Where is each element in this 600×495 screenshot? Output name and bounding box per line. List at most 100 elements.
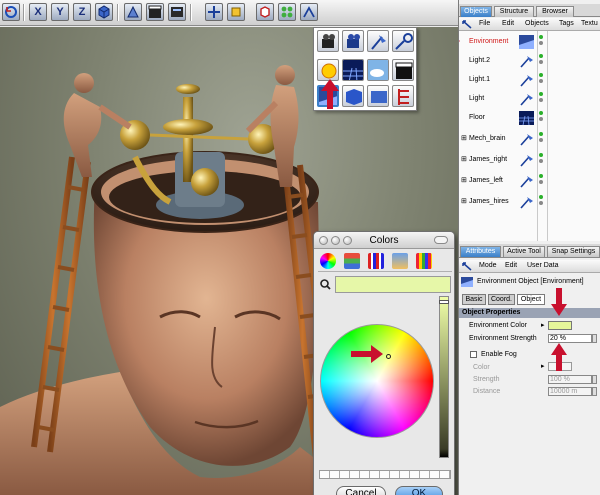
subtab-object[interactable]: Object [517,294,545,305]
y-axis-lock-icon[interactable]: Y [51,3,69,21]
sky-manager-icon[interactable] [392,85,414,107]
object-name[interactable]: Light.1 [469,76,490,83]
fog-distance-stepper[interactable] [592,387,597,396]
null-object-icon[interactable] [205,3,223,21]
object-name[interactable]: Light [469,95,484,102]
menu-textures[interactable]: Textu [581,20,598,27]
visibility-dots[interactable] [539,174,544,187]
tab-browser[interactable]: Browser [536,6,574,17]
menu-edit[interactable]: Edit [502,20,514,27]
camera-icon[interactable] [317,30,339,52]
visibility-dots[interactable] [539,54,544,67]
color-swatch-strip[interactable] [319,470,451,479]
environment-strength-field[interactable]: 20 % [548,334,592,343]
visibility-dots[interactable] [539,153,544,166]
cube-icon[interactable] [95,3,113,21]
crayons-mode-icon[interactable] [416,253,432,269]
object-row-james-hires[interactable]: ⊞ James_hires [459,193,600,212]
film-clapper-icon[interactable] [146,3,164,21]
brightness-slider-thumb[interactable] [439,300,449,304]
environment-strength-stepper[interactable] [592,334,597,343]
expand-icon[interactable]: ⊞ [461,197,467,205]
object-name[interactable]: James_left [469,177,503,184]
foreground-icon[interactable] [367,85,389,107]
menu-user-data[interactable]: User Data [527,262,559,269]
object-row-mech-brain[interactable]: ⊞ Mech_brain [459,130,600,149]
object-row-james-left[interactable]: ⊞ James_left [459,172,600,191]
camera-target-icon[interactable] [392,30,414,52]
image-palettes-mode-icon[interactable] [392,253,408,269]
tab-snap-settings[interactable]: Snap Settings [547,246,600,257]
object-name[interactable]: James_hires [469,198,509,205]
color-wheel-marker[interactable] [386,354,391,359]
render-settings-icon[interactable] [168,3,186,21]
tab-active-tool[interactable]: Active Tool [503,246,545,257]
enable-fog-checkbox[interactable] [470,351,477,358]
toolbar-toggle-button[interactable] [434,236,448,244]
floor-icon[interactable] [342,59,364,81]
subtab-coord[interactable]: Coord. [488,294,515,305]
3d-viewport[interactable]: Colors Cancel OK [0,27,458,495]
color-sliders-mode-icon[interactable] [344,253,360,269]
object-row-light-2[interactable]: Light.2 [459,52,600,71]
object-name[interactable]: Floor [469,114,485,121]
render-view-icon[interactable] [124,3,142,21]
object-row-light[interactable]: Light [459,90,600,109]
object-name[interactable]: Light.2 [469,57,490,64]
expand-icon[interactable]: ⊞ [461,176,467,184]
expand-icon[interactable]: ⊞ [461,134,467,142]
tab-objects[interactable]: Objects [460,6,492,17]
stereo-camera-icon[interactable] [342,30,364,52]
environment-color-swatch[interactable] [548,321,572,330]
visibility-dots[interactable] [539,111,544,124]
object-name[interactable]: Environment [469,38,508,45]
expand-arrow-icon[interactable]: ▸ [541,362,545,370]
close-button[interactable] [319,236,328,245]
visibility-dots[interactable] [539,35,544,48]
menu-edit[interactable]: Edit [505,262,517,269]
object-row-environment[interactable]: Environment [459,33,600,52]
tab-attributes[interactable]: Attributes [460,246,501,257]
object-name[interactable]: Mech_brain [469,135,506,142]
color-wheel-mode-icon[interactable] [320,253,336,269]
menu-mode[interactable]: Mode [479,262,497,269]
spot-light-icon[interactable] [367,30,389,52]
cancel-button[interactable]: Cancel [336,486,386,495]
fog-strength-field[interactable]: 100 % [548,375,592,384]
ok-button[interactable]: OK [395,486,443,495]
object-row-light-1[interactable]: Light.1 [459,71,600,90]
background-icon[interactable] [342,85,364,107]
color-palettes-mode-icon[interactable] [368,253,384,269]
visibility-dots[interactable] [539,132,544,145]
sky-icon[interactable] [367,59,389,81]
pointer-icon[interactable] [462,20,472,29]
fog-strength-stepper[interactable] [592,375,597,384]
color-wheel[interactable] [320,324,434,438]
primitive-cube-icon[interactable] [227,3,245,21]
color-search-input[interactable] [335,276,451,293]
visibility-dots[interactable] [539,92,544,105]
visibility-dots[interactable] [539,195,544,208]
expand-icon[interactable]: ⊞ [461,155,467,163]
fog-distance-field[interactable]: 10000 m [548,387,592,396]
menu-objects[interactable]: Objects [525,20,549,27]
brightness-slider[interactable] [439,296,449,458]
colors-dialog-titlebar[interactable]: Colors [314,232,454,249]
stage-icon[interactable] [392,59,414,81]
x-axis-lock-icon[interactable]: X [29,3,47,21]
subtab-basic[interactable]: Basic [462,294,486,305]
menu-file[interactable]: File [479,20,490,27]
visibility-dots[interactable] [539,73,544,86]
z-axis-lock-icon[interactable]: Z [73,3,91,21]
menu-tags[interactable]: Tags [559,20,574,27]
undo-icon[interactable] [2,3,20,21]
nurbs-icon[interactable] [256,3,274,21]
deformer-icon[interactable] [278,3,296,21]
zoom-button[interactable] [343,236,352,245]
object-row-james-right[interactable]: ⊞ James_right [459,151,600,170]
object-name[interactable]: James_right [469,156,507,163]
pointer-icon[interactable] [462,262,472,271]
scene-objects-icon[interactable] [300,3,318,21]
light-icon[interactable] [317,59,339,81]
minimize-button[interactable] [331,236,340,245]
